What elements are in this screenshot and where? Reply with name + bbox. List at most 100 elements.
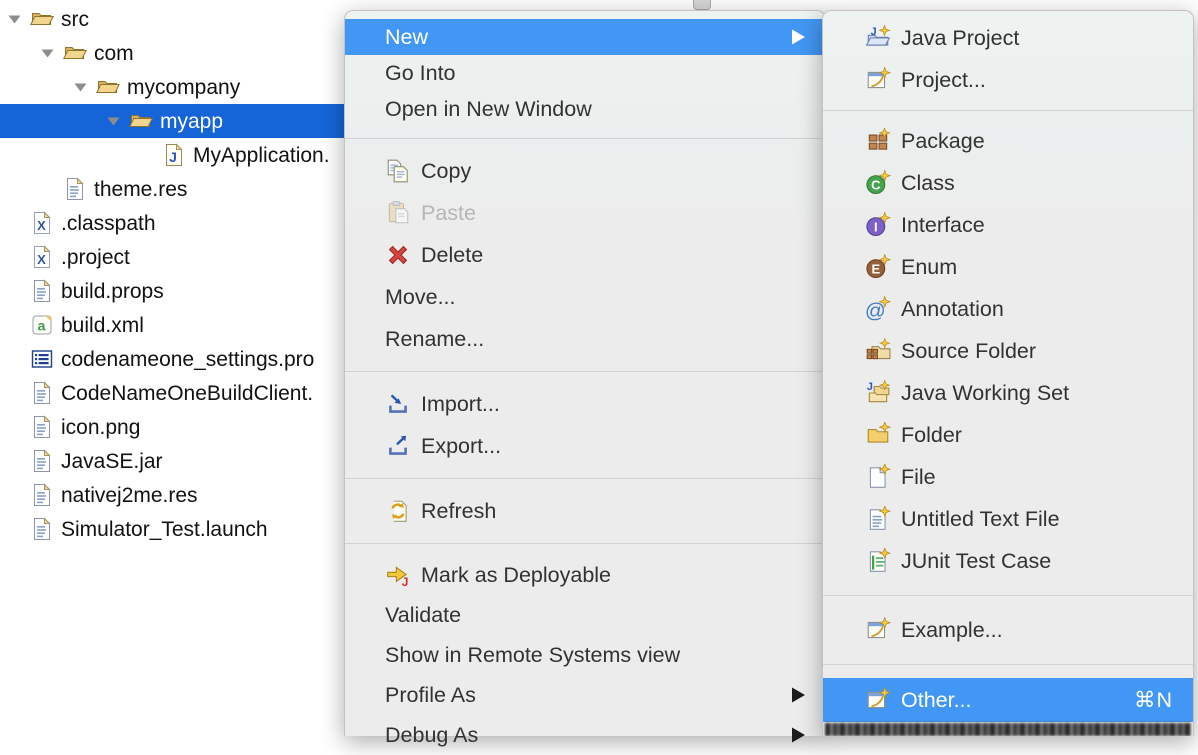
svg-text:C: C [871,178,881,193]
tree-item-codenameone-settings-pro[interactable]: codenameone_settings.pro [0,342,346,376]
tree-item-label: .classpath [61,211,156,236]
tree-item-label: JavaSE.jar [61,449,163,474]
menu-separator [345,543,825,544]
menu-item-label: Project... [901,68,986,93]
menu-item-paste[interactable]: Paste [345,192,825,234]
menu-item-project[interactable]: Project... [823,59,1193,101]
class-icon: C [865,170,891,196]
folder-open-icon [30,7,54,31]
menu-item-move[interactable]: Move... [345,276,825,318]
menu-item-java-project[interactable]: J Java Project [823,17,1193,59]
menu-item-junit-test-case[interactable]: JUnit Test Case [823,540,1193,582]
menu-item-java-working-set[interactable]: J Java Working Set [823,372,1193,414]
menu-item-import[interactable]: Import... [345,383,825,425]
menu-item-refresh[interactable]: Refresh [345,490,825,532]
paste-icon [385,200,411,226]
menu-item-label: Java Project [901,26,1019,51]
menu-shortcut: ⌘N [1134,688,1173,713]
svg-text:E: E [871,262,880,277]
menu-item-go-into[interactable]: Go Into [345,55,825,91]
expand-triangle-icon[interactable] [74,83,96,92]
menu-item-delete[interactable]: Delete [345,234,825,276]
folder-icon [865,422,891,448]
menu-item-source-folder[interactable]: Source Folder [823,330,1193,372]
tree-item-classpath[interactable]: X.classpath [0,206,346,240]
file-icon [63,177,87,201]
menu-section: Copy Paste Delete Move... Rename... [345,150,825,360]
menu-item-interface[interactable]: I Interface [823,204,1193,246]
menu-item-copy[interactable]: Copy [345,150,825,192]
tree-item-javase-jar[interactable]: JavaSE.jar [0,444,346,478]
tree-item-icon-png[interactable]: icon.png [0,410,346,444]
menu-item-label: Mark as Deployable [421,563,611,588]
tree-item-build-props[interactable]: build.props [0,274,346,308]
menu-item-label: Open in New Window [385,97,592,122]
menu-item-enum[interactable]: E Enum [823,246,1193,288]
file-icon [30,517,54,541]
menu-item-label: Debug As [385,723,478,748]
tree-item-label: codenameone_settings.pro [61,347,314,372]
menu-item-label: Annotation [901,297,1004,322]
menu-item-validate[interactable]: Validate [345,595,825,635]
menu-item-label: Class [901,171,955,196]
mark-deployable-icon: J [385,562,411,588]
menu-item-label: Enum [901,255,957,280]
menu-item-label: Move... [385,285,456,310]
project-icon [865,67,891,93]
menu-item-profile-as[interactable]: Profile As [345,675,825,715]
menu-item-label: Rename... [385,327,484,352]
other-icon [865,687,891,713]
menu-item-untitled-text-file[interactable]: Untitled Text File [823,498,1193,540]
expand-triangle-icon[interactable] [107,117,129,126]
svg-text:X: X [37,252,46,267]
menu-item-label: Paste [421,201,476,226]
menu-item-debug-as[interactable]: Debug As [345,715,825,755]
file-icon [30,415,54,439]
menu-item-export[interactable]: Export... [345,425,825,467]
tree-item-label: com [94,41,134,66]
menu-separator [345,478,825,479]
scrollbar-thumb-fragment[interactable] [693,0,711,10]
tree-item-label: build.xml [61,313,144,338]
menu-item-label: Interface [901,213,985,238]
menu-item-other[interactable]: Other... ⌘N [823,678,1193,722]
tree-item-label: mycompany [127,75,240,100]
menu-section: Refresh [345,490,825,532]
menu-section: Example... [823,609,1193,651]
menu-item-new[interactable]: New [345,19,825,55]
tree-item-myapplication[interactable]: JMyApplication. [0,138,346,172]
tree-item-mycompany[interactable]: mycompany [0,70,346,104]
text-file-icon [865,506,891,532]
ant-file-icon: a [30,313,54,337]
expand-triangle-icon[interactable] [8,15,30,24]
svg-text:I: I [874,220,878,235]
menu-item-folder[interactable]: Folder [823,414,1193,456]
menu-item-label: Delete [421,243,483,268]
menu-item-open-in-new-window[interactable]: Open in New Window [345,91,825,127]
menu-section: Other... ⌘N [823,678,1193,722]
tree-item-project[interactable]: X.project [0,240,346,274]
menu-item-show-in-remote-systems-view[interactable]: Show in Remote Systems view [345,635,825,675]
menu-item-package[interactable]: Package [823,120,1193,162]
menu-item-label: Other... [901,688,972,713]
menu-item-mark-as-deployable[interactable]: J Mark as Deployable [345,555,825,595]
tree-item-nativej2me-res[interactable]: nativej2me.res [0,478,346,512]
tree-item-myapp[interactable]: myapp [0,104,346,138]
tree-item-theme-res[interactable]: theme.res [0,172,346,206]
svg-text:J: J [867,381,873,393]
menu-item-file[interactable]: File [823,456,1193,498]
menu-item-label: Java Working Set [901,381,1069,406]
menu-section: Package C Class I Interface E Enum @AnnotationS… [823,120,1193,582]
menu-item-label: Copy [421,159,471,184]
tree-item-codenameonebuildclient[interactable]: CodeNameOneBuildClient. [0,376,346,410]
expand-triangle-icon[interactable] [41,49,63,58]
menu-item-example[interactable]: Example... [823,609,1193,651]
tree-item-simulator-test-launch[interactable]: Simulator_Test.launch [0,512,346,546]
menu-item-annotation[interactable]: @Annotation [823,288,1193,330]
tree-item-src[interactable]: src [0,2,346,36]
java-project-icon: J [865,25,891,51]
tree-item-com[interactable]: com [0,36,346,70]
menu-item-class[interactable]: C Class [823,162,1193,204]
menu-item-rename[interactable]: Rename... [345,318,825,360]
tree-item-build-xml[interactable]: a build.xml [0,308,346,342]
